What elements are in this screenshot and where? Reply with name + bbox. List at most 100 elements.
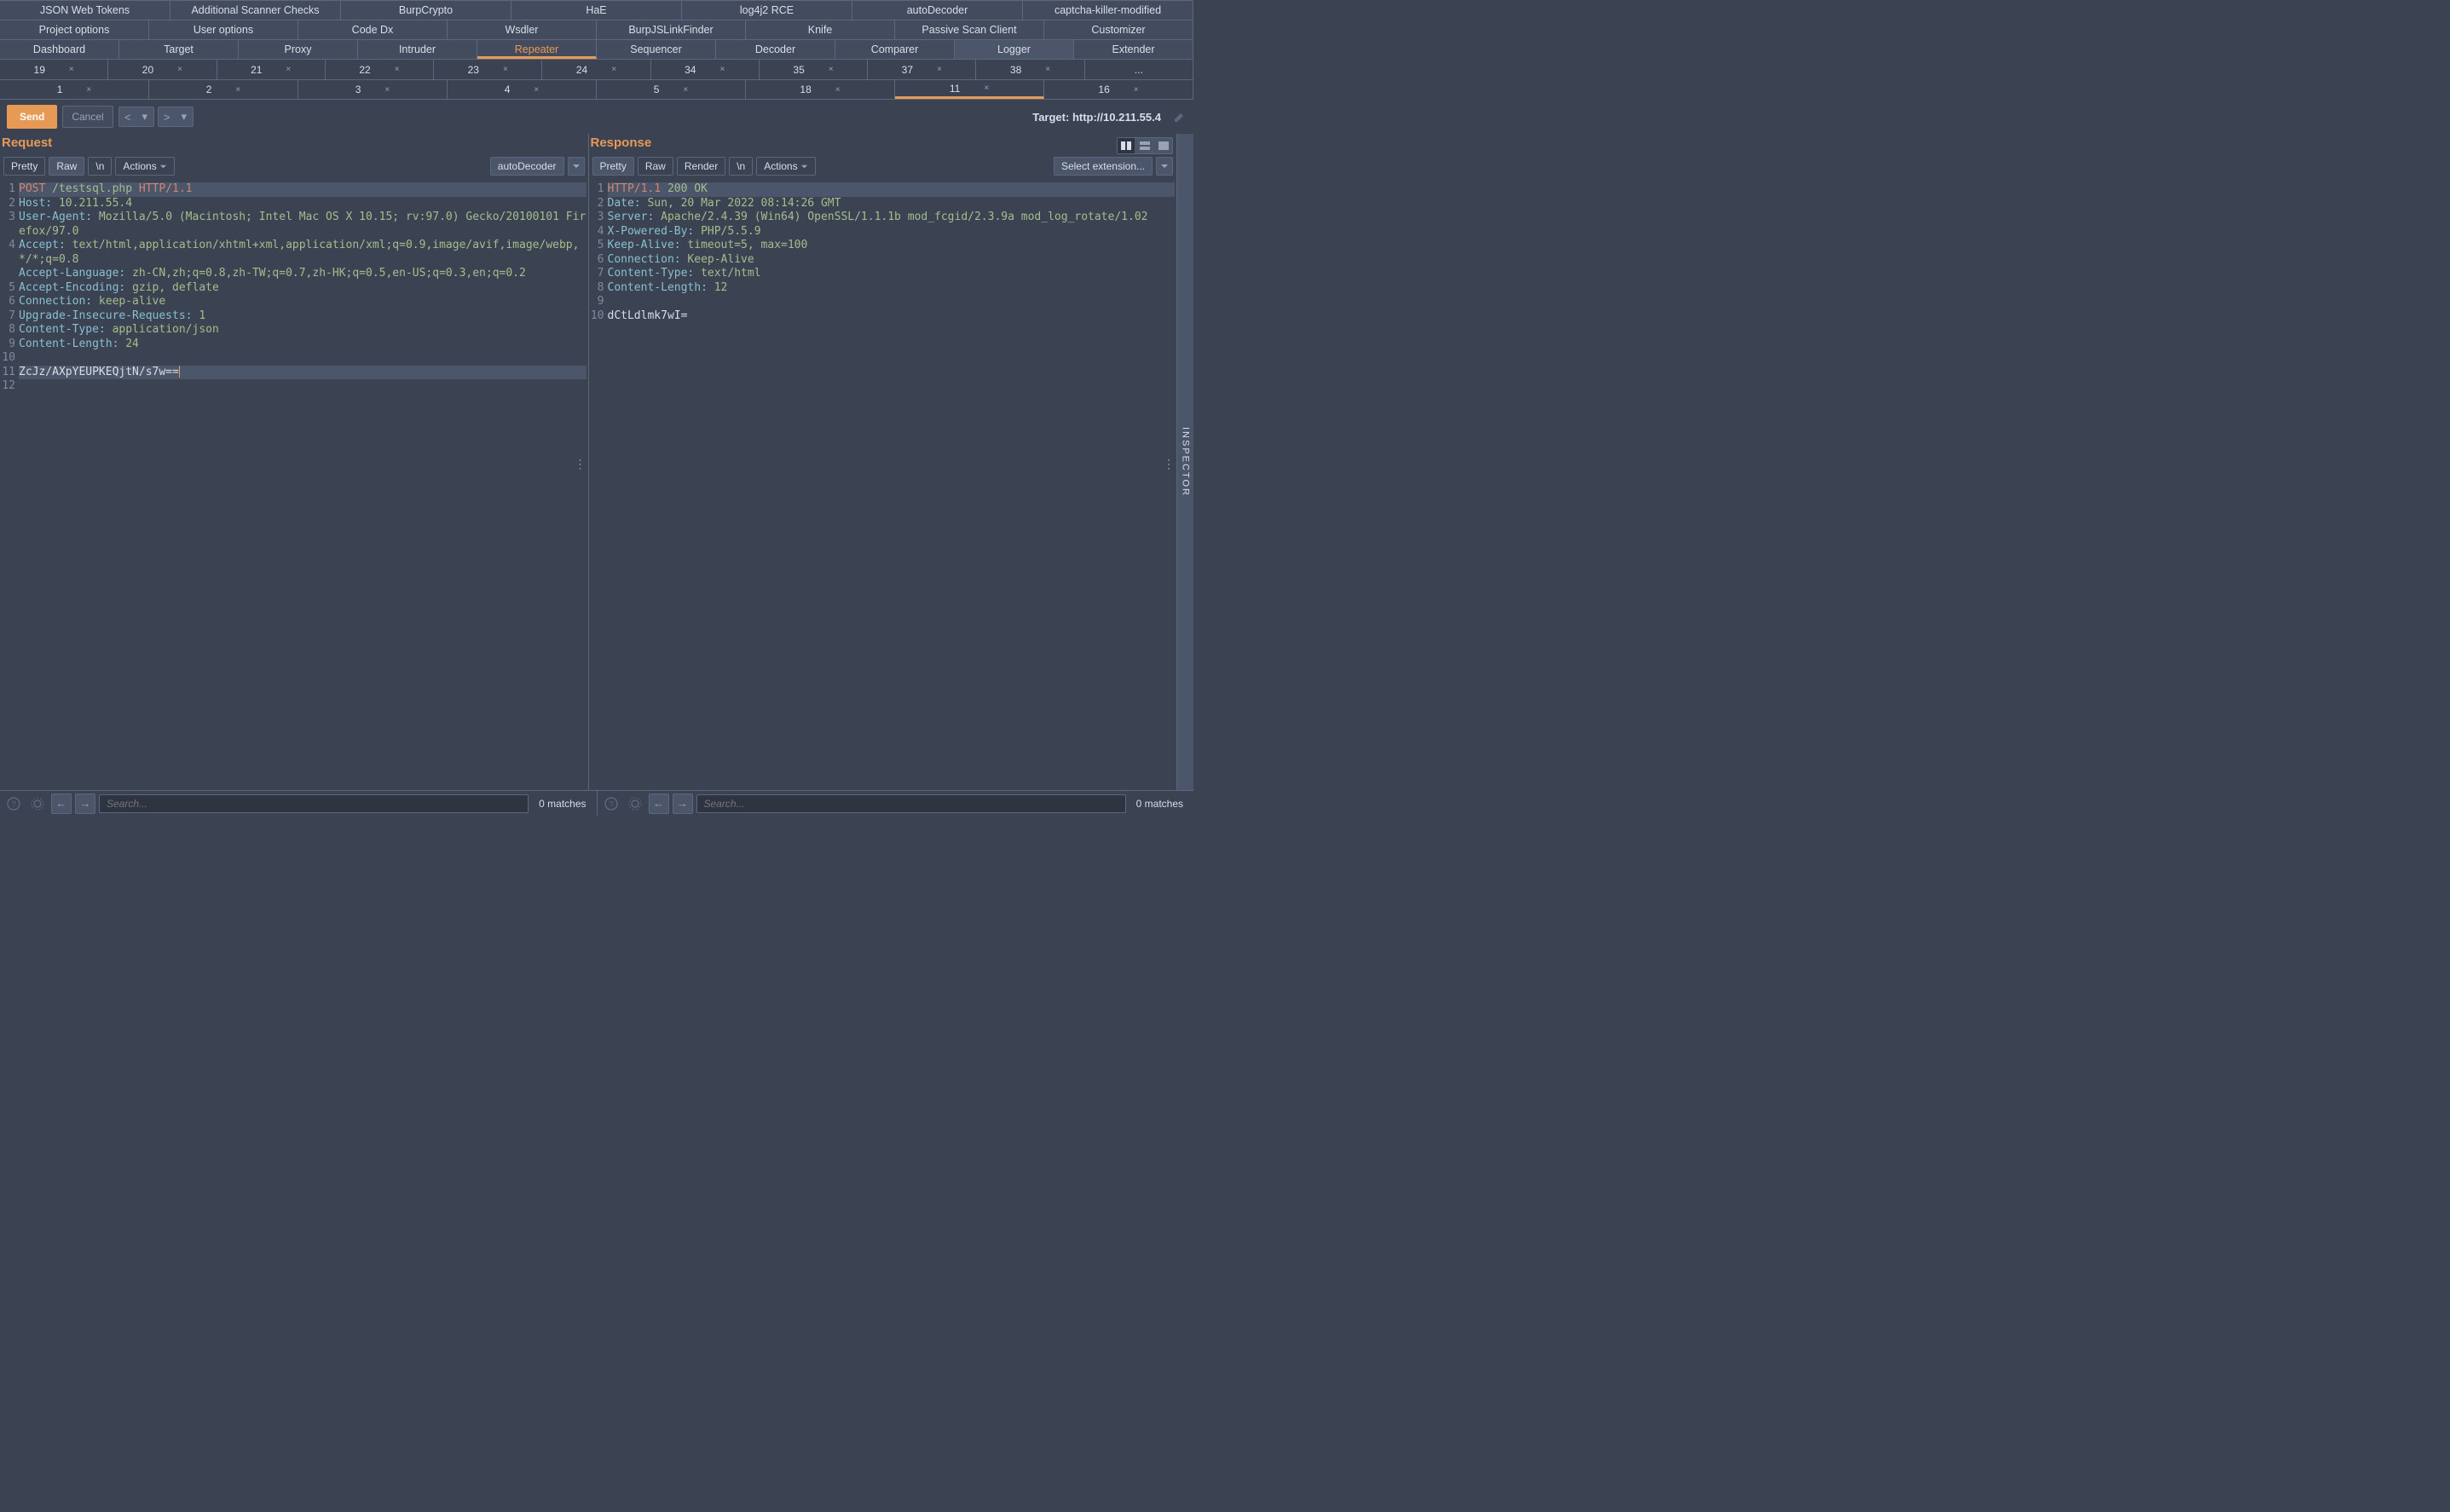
close-icon[interactable]: × bbox=[829, 65, 834, 74]
code-line[interactable]: Content-Type: application/json bbox=[19, 323, 586, 338]
view-tab-raw[interactable]: Raw bbox=[638, 157, 673, 176]
close-icon[interactable]: × bbox=[534, 85, 539, 95]
view-tab-pretty[interactable]: Pretty bbox=[3, 157, 45, 176]
code-line[interactable]: Host: 10.211.55.4 bbox=[19, 197, 586, 211]
code-line[interactable]: Keep-Alive: timeout=5, max=100 bbox=[608, 239, 1176, 253]
repeater-tab-1[interactable]: 1× bbox=[0, 80, 149, 99]
layout-toggle[interactable] bbox=[1117, 137, 1173, 154]
close-icon[interactable]: × bbox=[683, 85, 688, 95]
close-icon[interactable]: × bbox=[86, 85, 91, 95]
close-icon[interactable]: × bbox=[984, 84, 989, 93]
close-icon[interactable]: × bbox=[286, 65, 291, 74]
close-icon[interactable]: × bbox=[937, 65, 942, 74]
history-back-icon[interactable]: < bbox=[119, 107, 136, 126]
repeater-tab-18[interactable]: 18× bbox=[746, 80, 895, 99]
tab-target[interactable]: Target bbox=[119, 40, 239, 59]
tab-additional-scanner-checks[interactable]: Additional Scanner Checks bbox=[170, 1, 341, 20]
close-icon[interactable]: × bbox=[395, 65, 400, 74]
tab-decoder[interactable]: Decoder bbox=[716, 40, 835, 59]
response-extension-dropdown-icon[interactable] bbox=[1156, 157, 1173, 176]
tab-code-dx[interactable]: Code Dx bbox=[298, 20, 448, 39]
response-extension-select[interactable]: Select extension... bbox=[1054, 157, 1153, 176]
code-line[interactable]: Upgrade-Insecure-Requests: 1 bbox=[19, 309, 586, 324]
close-icon[interactable]: × bbox=[611, 65, 616, 74]
code-line[interactable] bbox=[608, 295, 1176, 309]
repeater-tab-24[interactable]: 24× bbox=[542, 60, 650, 79]
layout-tabs-icon[interactable] bbox=[1155, 138, 1172, 153]
close-icon[interactable]: × bbox=[177, 65, 182, 74]
repeater-tab-34[interactable]: 34× bbox=[651, 60, 760, 79]
layout-columns-icon[interactable] bbox=[1118, 138, 1135, 153]
history-forward-icon[interactable]: > bbox=[159, 107, 176, 126]
code-line[interactable]: Date: Sun, 20 Mar 2022 08:14:26 GMT bbox=[608, 197, 1176, 211]
tab-json-web-tokens[interactable]: JSON Web Tokens bbox=[0, 1, 170, 20]
code-line[interactable]: Connection: Keep-Alive bbox=[608, 253, 1176, 268]
tab-project-options[interactable]: Project options bbox=[0, 20, 149, 39]
history-back-split[interactable]: < ▾ bbox=[118, 107, 154, 127]
request-editor[interactable]: 123 4 56789101112 POST /testsql.php HTTP… bbox=[0, 181, 588, 790]
response-search-input[interactable] bbox=[696, 794, 1126, 813]
code-line[interactable]: Accept: text/html,application/xhtml+xml,… bbox=[19, 239, 586, 267]
code-line[interactable] bbox=[19, 351, 586, 366]
repeater-tab-22[interactable]: 22× bbox=[326, 60, 434, 79]
code-line[interactable]: Accept-Language: zh-CN,zh;q=0.8,zh-TW;q=… bbox=[19, 267, 586, 281]
view-tab-actions[interactable]: Actions bbox=[115, 157, 175, 176]
panel-drag-handle-icon[interactable]: ⋮ bbox=[575, 462, 586, 465]
tab-captcha-killer-modified[interactable]: captcha-killer-modified bbox=[1023, 1, 1193, 20]
code-line[interactable]: dCtLdlmk7wI= bbox=[608, 309, 1176, 324]
close-icon[interactable]: × bbox=[69, 65, 74, 74]
code-line[interactable]: Content-Length: 24 bbox=[19, 338, 586, 352]
view-tab-pretty[interactable]: Pretty bbox=[592, 157, 634, 176]
search-next-icon[interactable]: → bbox=[673, 794, 693, 814]
response-editor[interactable]: 12345678910 HTTP/1.1 200 OKDate: Sun, 20… bbox=[589, 181, 1177, 790]
view-tab-actions[interactable]: Actions bbox=[756, 157, 816, 176]
tab-knife[interactable]: Knife bbox=[746, 20, 895, 39]
code-line[interactable]: HTTP/1.1 200 OK bbox=[608, 182, 1176, 197]
view-tab-n[interactable]: \n bbox=[88, 157, 112, 176]
repeater-tab-16[interactable]: 16× bbox=[1044, 80, 1193, 99]
tab-dashboard[interactable]: Dashboard bbox=[0, 40, 119, 59]
panel-drag-handle-icon[interactable]: ⋮ bbox=[1163, 462, 1175, 465]
repeater-tab-35[interactable]: 35× bbox=[760, 60, 868, 79]
code-line[interactable]: User-Agent: Mozilla/5.0 (Macintosh; Inte… bbox=[19, 211, 586, 239]
search-next-icon[interactable]: → bbox=[75, 794, 95, 814]
code-line[interactable]: Connection: keep-alive bbox=[19, 295, 586, 309]
repeater-tab-23[interactable]: 23× bbox=[434, 60, 542, 79]
close-icon[interactable]: × bbox=[1134, 85, 1139, 95]
search-prev-icon[interactable]: ← bbox=[649, 794, 669, 814]
close-icon[interactable]: × bbox=[384, 85, 390, 95]
code-line[interactable]: X-Powered-By: PHP/5.5.9 bbox=[608, 225, 1176, 239]
request-decoder-select[interactable]: autoDecoder bbox=[490, 157, 564, 176]
repeater-tab-3[interactable]: 3× bbox=[298, 80, 448, 99]
tab-intruder[interactable]: Intruder bbox=[358, 40, 477, 59]
code-line[interactable]: Server: Apache/2.4.39 (Win64) OpenSSL/1.… bbox=[608, 211, 1176, 225]
code-line[interactable]: Accept-Encoding: gzip, deflate bbox=[19, 281, 586, 296]
gear-icon[interactable] bbox=[625, 794, 645, 814]
tab-burpcrypto[interactable]: BurpCrypto bbox=[341, 1, 511, 20]
tab-user-options[interactable]: User options bbox=[149, 20, 298, 39]
cancel-button[interactable]: Cancel bbox=[62, 106, 113, 128]
close-icon[interactable]: × bbox=[1045, 65, 1050, 74]
code-line[interactable]: Content-Type: text/html bbox=[608, 267, 1176, 281]
request-search-input[interactable] bbox=[99, 794, 529, 813]
close-icon[interactable]: × bbox=[235, 85, 240, 95]
repeater-tab-4[interactable]: 4× bbox=[448, 80, 597, 99]
tab-log4j2-rce[interactable]: log4j2 RCE bbox=[682, 1, 852, 20]
history-back-dropdown-icon[interactable]: ▾ bbox=[136, 107, 153, 126]
tab-sequencer[interactable]: Sequencer bbox=[597, 40, 716, 59]
tab-hae[interactable]: HaE bbox=[511, 1, 682, 20]
tab-logger[interactable]: Logger bbox=[955, 40, 1074, 59]
tab-comparer[interactable]: Comparer bbox=[835, 40, 955, 59]
tab-repeater[interactable]: Repeater bbox=[477, 40, 597, 59]
help-icon[interactable]: ? bbox=[601, 794, 621, 814]
history-forward-split[interactable]: > ▾ bbox=[158, 107, 194, 127]
repeater-tab-5[interactable]: 5× bbox=[597, 80, 746, 99]
repeater-tab-19[interactable]: 19× bbox=[0, 60, 108, 79]
view-tab-render[interactable]: Render bbox=[677, 157, 725, 176]
repeater-tab-2[interactable]: 2× bbox=[149, 80, 298, 99]
tab-proxy[interactable]: Proxy bbox=[239, 40, 358, 59]
view-tab-raw[interactable]: Raw bbox=[49, 157, 84, 176]
code-line[interactable]: Content-Length: 12 bbox=[608, 281, 1176, 296]
repeater-tab-11[interactable]: 11× bbox=[895, 80, 1044, 99]
view-tab-n[interactable]: \n bbox=[729, 157, 753, 176]
